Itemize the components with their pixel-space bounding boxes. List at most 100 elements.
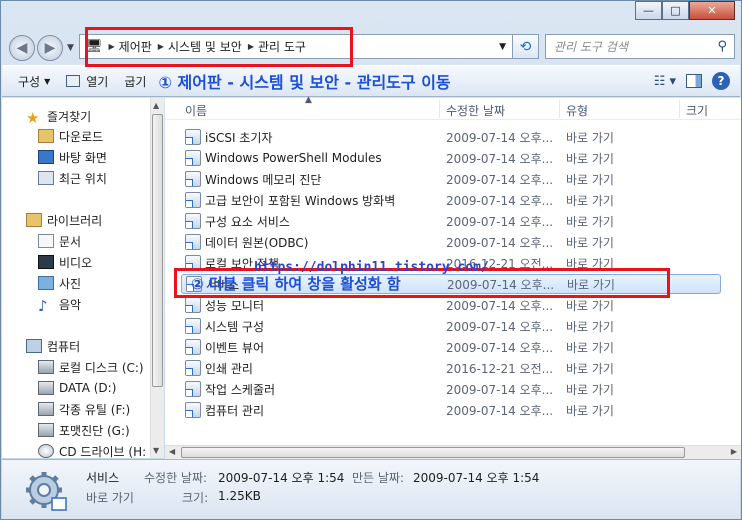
column-divider[interactable] (559, 100, 560, 118)
drive-icon (38, 381, 54, 395)
file-row[interactable]: Windows PowerShell Modules 2009-07-14 오후.… (181, 148, 721, 168)
recent-places-icon (38, 171, 54, 185)
details-pane: 서비스 바로 가기 수정한 날짜: 2009-07-14 오후 1:54 만든 … (2, 459, 740, 519)
nav-local-disk[interactable]: 로컬 디스크 (C:) (38, 357, 144, 377)
file-type: 바로 가기 (566, 382, 614, 397)
file-row[interactable]: 고급 보안이 포함된 Windows 방화벽 2009-07-14 오후... 바로… (181, 190, 721, 210)
file-row[interactable]: 시스템 구성 2009-07-14 오후... 바로 가기 (181, 316, 721, 336)
documents-icon (38, 234, 54, 248)
file-row[interactable]: 컴퓨터 관리 2009-07-14 오후... 바로 가기 (181, 400, 721, 420)
scroll-right-icon[interactable]: ▶ (731, 447, 737, 456)
desktop-icon (38, 150, 54, 164)
nav-favorites[interactable]: ★ 즐겨찾기 (26, 106, 91, 127)
nav-scroll-thumb[interactable] (152, 114, 163, 387)
nav-cd-drive[interactable]: CD 드라이브 (H: (38, 441, 146, 461)
view-options-icon[interactable]: ☷ ▾ (654, 74, 676, 89)
file-type: 바로 가기 (566, 214, 614, 229)
nav-documents[interactable]: 문서 (38, 231, 81, 251)
close-button[interactable]: ✕ (689, 1, 735, 20)
nav-pictures[interactable]: 사진 (38, 273, 81, 293)
file-row[interactable]: 이벤트 뷰어 2009-07-14 오후... 바로 가기 (181, 337, 721, 357)
horizontal-scroll-thumb[interactable] (181, 447, 685, 458)
open-icon (66, 75, 81, 87)
nav-music[interactable]: ♪ 음악 (38, 294, 81, 315)
column-divider[interactable] (679, 100, 680, 118)
column-divider[interactable] (439, 100, 440, 118)
shortcut-icon (185, 402, 201, 418)
annotation-step1: ① 제어판 - 시스템 및 보안 - 관리도구 이동 (158, 73, 451, 92)
command-bar: 구성 ▼ 열기 굽기 ① 제어판 - 시스템 및 보안 - 관리도구 이동 ☷ … (2, 65, 740, 97)
nav-vertical-scrollbar[interactable]: ▲ ▼ (150, 98, 164, 458)
file-row[interactable]: 작업 스케줄러 2009-07-14 오후... 바로 가기 (181, 379, 721, 399)
file-row[interactable]: iSCSI 초기자 2009-07-14 오후... 바로 가기 (181, 127, 721, 147)
shortcut-icon (185, 234, 201, 250)
nav-videos[interactable]: 비디오 (38, 252, 92, 272)
file-date: 2009-07-14 오후... (446, 151, 554, 166)
nav-data-drive[interactable]: DATA (D:) (38, 378, 116, 398)
column-size[interactable]: 크기 (686, 102, 708, 119)
shortcut-icon (185, 129, 201, 145)
drive-icon (38, 360, 54, 374)
file-date: 2009-07-14 오후... (446, 235, 554, 250)
file-row[interactable]: 구성 요소 서비스 2009-07-14 오후... 바로 가기 (181, 211, 721, 231)
refresh-icon: ⟲ (519, 38, 532, 55)
drive-icon (38, 402, 54, 416)
scroll-up-icon[interactable]: ▲ (153, 101, 159, 110)
column-modified[interactable]: 수정한 날짜 (446, 102, 505, 119)
file-row[interactable]: 인쇄 관리 2016-12-21 오전... 바로 가기 (181, 358, 721, 378)
organize-button[interactable]: 구성 ▼ (18, 73, 50, 90)
file-type: 바로 가기 (566, 361, 614, 376)
open-button[interactable]: 열기 (66, 73, 108, 90)
file-row[interactable]: Windows 메모리 진단 2009-07-14 오후... 바로 가기 (181, 169, 721, 189)
file-date: 2009-07-14 오후... (446, 382, 554, 397)
preview-pane-icon[interactable] (686, 74, 702, 88)
column-type[interactable]: 유형 (566, 102, 588, 119)
file-date: 2009-07-14 오후... (446, 298, 554, 313)
scroll-down-icon[interactable]: ▼ (153, 446, 159, 455)
drive-icon (38, 423, 54, 437)
cd-drive-icon (38, 444, 54, 458)
file-name: 컴퓨터 관리 (205, 403, 265, 418)
nav-tools-drive[interactable]: 각종 유틸 (F:) (38, 399, 130, 419)
command-bar-right: ☷ ▾ ? (654, 72, 730, 90)
maximize-button[interactable]: □ (662, 1, 689, 20)
caption-buttons: — □ ✕ (635, 1, 735, 20)
file-name: 데이터 원본(ODBC) (205, 235, 309, 250)
nav-recent[interactable]: 최근 위치 (38, 168, 107, 188)
nav-desktop[interactable]: 바탕 화면 (38, 147, 107, 167)
file-row[interactable]: 데이터 원본(ODBC) 2009-07-14 오후... 바로 가기 (181, 232, 721, 252)
videos-icon (38, 255, 54, 269)
back-arrow-icon: ◀ (16, 40, 28, 56)
recent-pages-dropdown-icon[interactable]: ▼ (67, 43, 74, 53)
file-name: 고급 보안이 포함된 Windows 방화벽 (205, 193, 396, 208)
shortcut-icon (185, 213, 201, 229)
burn-button[interactable]: 굽기 (124, 73, 146, 90)
file-date: 2009-07-14 오후... (446, 403, 554, 418)
file-row[interactable]: 성능 모니터 2009-07-14 오후... 바로 가기 (181, 295, 721, 315)
column-header: 이름 ▲ 수정한 날짜 유형 크기 (165, 95, 741, 120)
file-type: 바로 가기 (566, 235, 614, 250)
file-type: 바로 가기 (566, 193, 614, 208)
help-icon[interactable]: ? (712, 72, 730, 90)
scroll-left-icon[interactable]: ◀ (169, 447, 175, 456)
search-placeholder: 관리 도구 검색 (554, 40, 628, 54)
nav-format-drive[interactable]: 포맷진단 (G:) (38, 420, 130, 440)
file-type: 바로 가기 (566, 340, 614, 355)
details-type: 바로 가기 (86, 491, 134, 505)
address-dropdown-icon[interactable]: ▼ (499, 42, 506, 52)
back-button[interactable]: ◀ (9, 35, 35, 61)
refresh-button[interactable]: ⟲ (513, 34, 539, 59)
file-list-horizontal-scrollbar[interactable]: ◀ ▶ (165, 445, 741, 459)
nav-downloads[interactable]: 다운로드 (38, 126, 103, 146)
nav-computer[interactable]: 컴퓨터 (26, 336, 80, 356)
search-input[interactable]: 관리 도구 검색 ⚲ (545, 34, 735, 59)
file-type: 바로 가기 (566, 172, 614, 187)
computer-icon (26, 339, 42, 353)
nav-libraries[interactable]: 라이브러리 (26, 210, 102, 230)
minimize-button[interactable]: — (635, 1, 662, 20)
details-size-value: 1.25KB (218, 489, 261, 503)
pictures-icon (38, 276, 54, 290)
search-icon[interactable]: ⚲ (717, 39, 727, 54)
column-name[interactable]: 이름 (185, 102, 207, 119)
forward-button[interactable]: ▶ (37, 35, 63, 61)
